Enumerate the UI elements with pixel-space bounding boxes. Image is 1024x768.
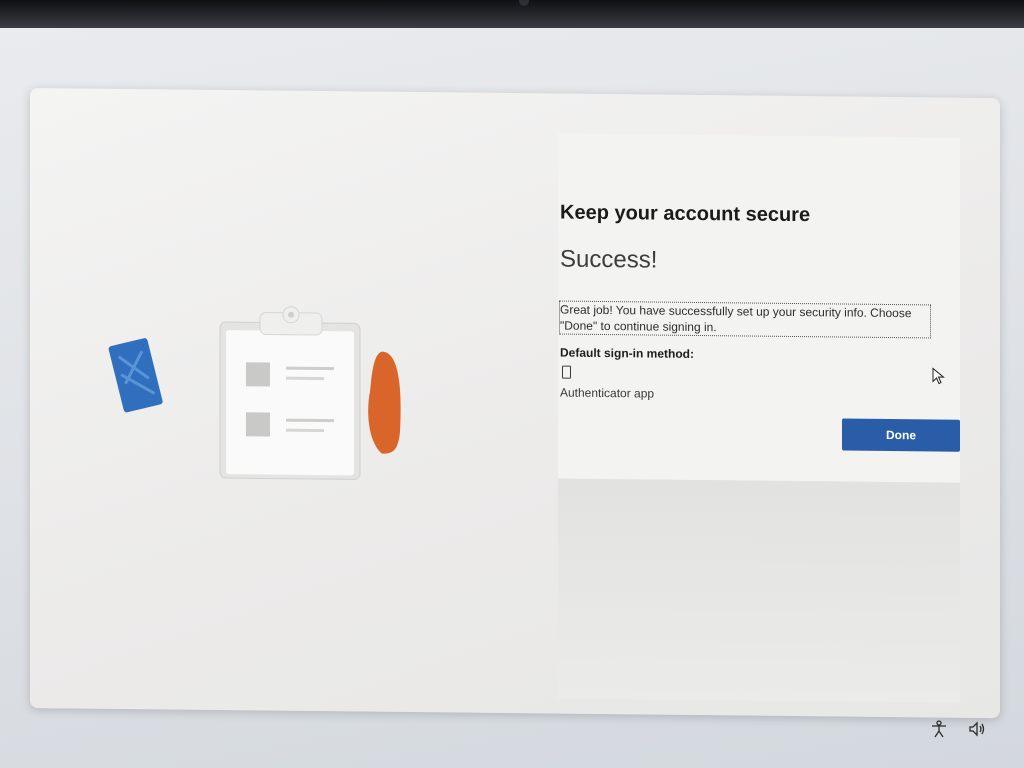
clipboard-graphic bbox=[219, 306, 361, 480]
blue-card-graphic bbox=[108, 338, 163, 413]
volume-icon[interactable] bbox=[968, 720, 986, 738]
system-tray bbox=[930, 720, 986, 738]
phone-icon bbox=[562, 365, 571, 379]
default-method-value: Authenticator app bbox=[560, 385, 655, 401]
page-title: Keep your account secure bbox=[560, 201, 811, 227]
content-panel: Keep your account secure Success! Great … bbox=[558, 133, 960, 483]
accessibility-icon[interactable] bbox=[930, 720, 948, 738]
default-method-label: Default sign-in method: bbox=[560, 345, 694, 361]
setup-card: Keep your account secure Success! Great … bbox=[30, 88, 1000, 719]
security-illustration bbox=[108, 306, 401, 480]
success-message: Great job! You have successfully set up … bbox=[559, 300, 931, 339]
webcam bbox=[519, 0, 529, 6]
done-button[interactable]: Done bbox=[842, 418, 960, 452]
monitor-bezel bbox=[0, 0, 1024, 28]
success-heading: Success! bbox=[560, 245, 658, 274]
orange-shape-graphic bbox=[368, 351, 401, 454]
lower-panel bbox=[558, 478, 960, 703]
mouse-cursor-icon bbox=[932, 367, 945, 385]
